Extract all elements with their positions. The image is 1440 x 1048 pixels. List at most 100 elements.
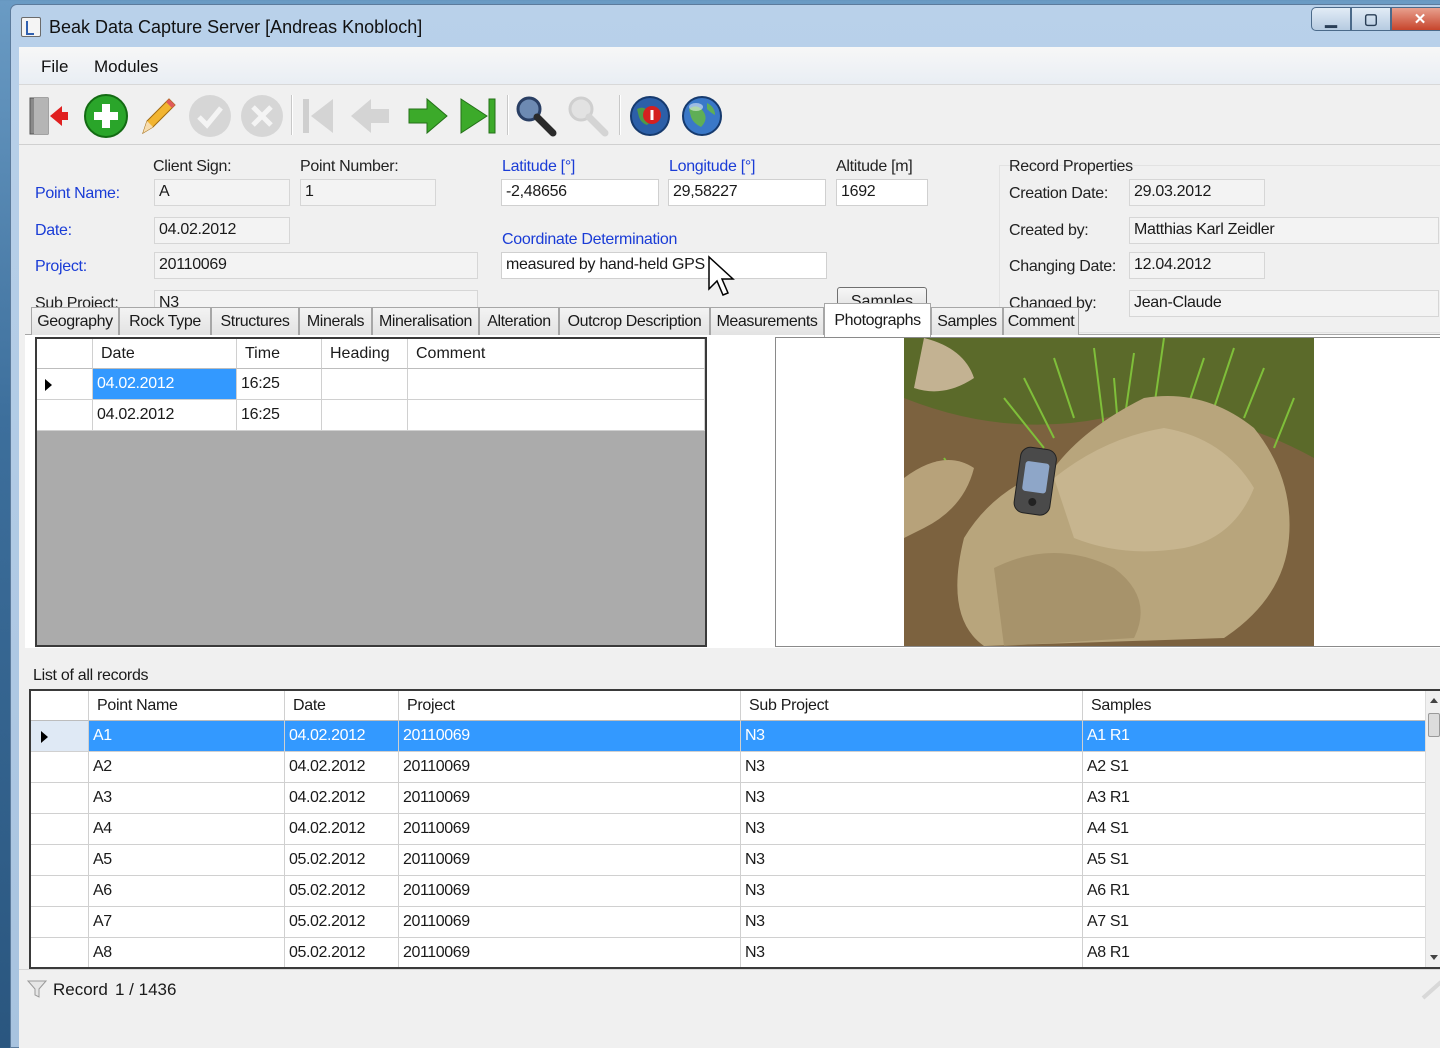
- column-header-sub-project[interactable]: Sub Project: [741, 691, 1083, 721]
- altitude-field[interactable]: 1692: [836, 179, 928, 206]
- table-cell[interactable]: 04.02.2012: [285, 752, 399, 783]
- table-cell[interactable]: A6 R1: [1083, 876, 1427, 907]
- column-header-heading[interactable]: Heading: [322, 339, 408, 369]
- table-cell[interactable]: A5: [89, 845, 285, 876]
- confirm-icon[interactable]: [187, 93, 233, 139]
- tab-photographs[interactable]: Photographs: [824, 303, 931, 337]
- last-record-icon[interactable]: [455, 93, 501, 139]
- table-cell[interactable]: A2 S1: [1083, 752, 1427, 783]
- table-cell[interactable]: 20110069: [399, 907, 741, 938]
- row-header[interactable]: [31, 783, 89, 814]
- table-cell[interactable]: A4: [89, 814, 285, 845]
- row-header-current[interactable]: [37, 369, 93, 400]
- table-cell[interactable]: [322, 369, 408, 400]
- table-cell[interactable]: 20110069: [399, 814, 741, 845]
- filter-icon[interactable]: [27, 980, 47, 998]
- column-header-date[interactable]: Date: [285, 691, 399, 721]
- column-header-time[interactable]: Time: [237, 339, 322, 369]
- tab-rock-type[interactable]: Rock Type: [119, 307, 211, 335]
- project-field[interactable]: 20110069: [154, 252, 478, 279]
- date-field[interactable]: 04.02.2012: [154, 217, 290, 244]
- records-grid[interactable]: Point Name Date Project Sub Project Samp…: [29, 689, 1440, 969]
- table-cell[interactable]: 20110069: [399, 845, 741, 876]
- tab-geography[interactable]: Geography: [31, 307, 119, 335]
- row-header[interactable]: [37, 400, 93, 431]
- table-cell[interactable]: N3: [741, 907, 1083, 938]
- client-sign-field[interactable]: A: [154, 179, 290, 206]
- table-cell[interactable]: [322, 400, 408, 431]
- tab-structures[interactable]: Structures: [211, 307, 299, 335]
- tab-samples[interactable]: Samples: [931, 307, 1003, 335]
- table-cell[interactable]: A7: [89, 907, 285, 938]
- table-cell[interactable]: 16:25: [237, 369, 322, 400]
- table-cell[interactable]: 04.02.2012: [285, 721, 399, 752]
- tab-comment[interactable]: Comment: [1003, 307, 1079, 335]
- previous-record-icon[interactable]: [347, 93, 393, 139]
- table-cell[interactable]: 05.02.2012: [285, 938, 399, 967]
- table-cell[interactable]: 20110069: [399, 721, 741, 752]
- row-header[interactable]: [31, 907, 89, 938]
- column-header-samples[interactable]: Samples: [1083, 691, 1427, 721]
- maximize-button[interactable]: ▢: [1351, 7, 1391, 31]
- table-cell[interactable]: 16:25: [237, 400, 322, 431]
- tab-alteration[interactable]: Alteration: [479, 307, 559, 335]
- table-cell[interactable]: A5 S1: [1083, 845, 1427, 876]
- title-bar[interactable]: Beak Data Capture Server [Andreas Knoblo…: [11, 5, 1440, 45]
- row-header[interactable]: [31, 938, 89, 967]
- table-cell[interactable]: 05.02.2012: [285, 876, 399, 907]
- tab-measurements[interactable]: Measurements: [710, 307, 824, 335]
- column-header-comment[interactable]: Comment: [408, 339, 705, 369]
- table-cell[interactable]: N3: [741, 783, 1083, 814]
- table-cell[interactable]: 04.02.2012: [93, 369, 237, 400]
- table-cell[interactable]: A3: [89, 783, 285, 814]
- point-number-field[interactable]: 1: [300, 179, 436, 206]
- exit-icon[interactable]: [25, 93, 71, 139]
- table-cell[interactable]: 20110069: [399, 938, 741, 967]
- table-cell[interactable]: 04.02.2012: [285, 783, 399, 814]
- table-cell[interactable]: N3: [741, 938, 1083, 967]
- latitude-field[interactable]: -2,48656: [501, 179, 659, 206]
- next-record-icon[interactable]: [405, 93, 451, 139]
- coordinate-determination-field[interactable]: measured by hand-held GPS: [501, 252, 827, 279]
- table-cell[interactable]: A7 S1: [1083, 907, 1427, 938]
- table-cell[interactable]: N3: [741, 721, 1083, 752]
- photographs-grid[interactable]: Date Time Heading Comment 04.02.2012 16:…: [35, 337, 707, 647]
- table-cell[interactable]: [408, 400, 705, 431]
- table-cell[interactable]: N3: [741, 752, 1083, 783]
- menu-modules[interactable]: Modules: [94, 57, 158, 77]
- clear-search-icon[interactable]: [565, 93, 611, 139]
- first-record-icon[interactable]: [297, 93, 343, 139]
- table-cell[interactable]: 20110069: [399, 783, 741, 814]
- table-cell[interactable]: [408, 369, 705, 400]
- info-globe-icon[interactable]: [627, 93, 673, 139]
- table-cell[interactable]: A8: [89, 938, 285, 967]
- table-cell[interactable]: A1 R1: [1083, 721, 1427, 752]
- table-cell[interactable]: N3: [741, 845, 1083, 876]
- column-header-point-name[interactable]: Point Name: [89, 691, 285, 721]
- table-cell[interactable]: A1: [89, 721, 285, 752]
- scroll-up-icon[interactable]: [1426, 691, 1440, 711]
- table-cell[interactable]: A3 R1: [1083, 783, 1427, 814]
- table-cell[interactable]: 20110069: [399, 752, 741, 783]
- edit-pencil-icon[interactable]: [135, 93, 181, 139]
- column-header-project[interactable]: Project: [399, 691, 741, 721]
- globe-icon[interactable]: [679, 93, 725, 139]
- cancel-icon[interactable]: [239, 93, 285, 139]
- column-header-date[interactable]: Date: [93, 339, 237, 369]
- row-header[interactable]: [31, 752, 89, 783]
- row-header[interactable]: [31, 845, 89, 876]
- menu-file[interactable]: File: [41, 57, 68, 77]
- tab-outcrop-description[interactable]: Outcrop Description: [559, 307, 710, 335]
- minimize-button[interactable]: ▁: [1311, 7, 1351, 31]
- add-icon[interactable]: [83, 93, 129, 139]
- table-cell[interactable]: A8 R1: [1083, 938, 1427, 967]
- tab-minerals[interactable]: Minerals: [299, 307, 372, 335]
- vertical-scrollbar[interactable]: [1425, 691, 1440, 967]
- table-cell[interactable]: 04.02.2012: [285, 814, 399, 845]
- row-header[interactable]: [31, 876, 89, 907]
- table-cell[interactable]: 04.02.2012: [93, 400, 237, 431]
- row-header-current[interactable]: [31, 721, 89, 752]
- scrollbar-thumb[interactable]: [1428, 713, 1440, 737]
- table-cell[interactable]: 20110069: [399, 876, 741, 907]
- table-cell[interactable]: A2: [89, 752, 285, 783]
